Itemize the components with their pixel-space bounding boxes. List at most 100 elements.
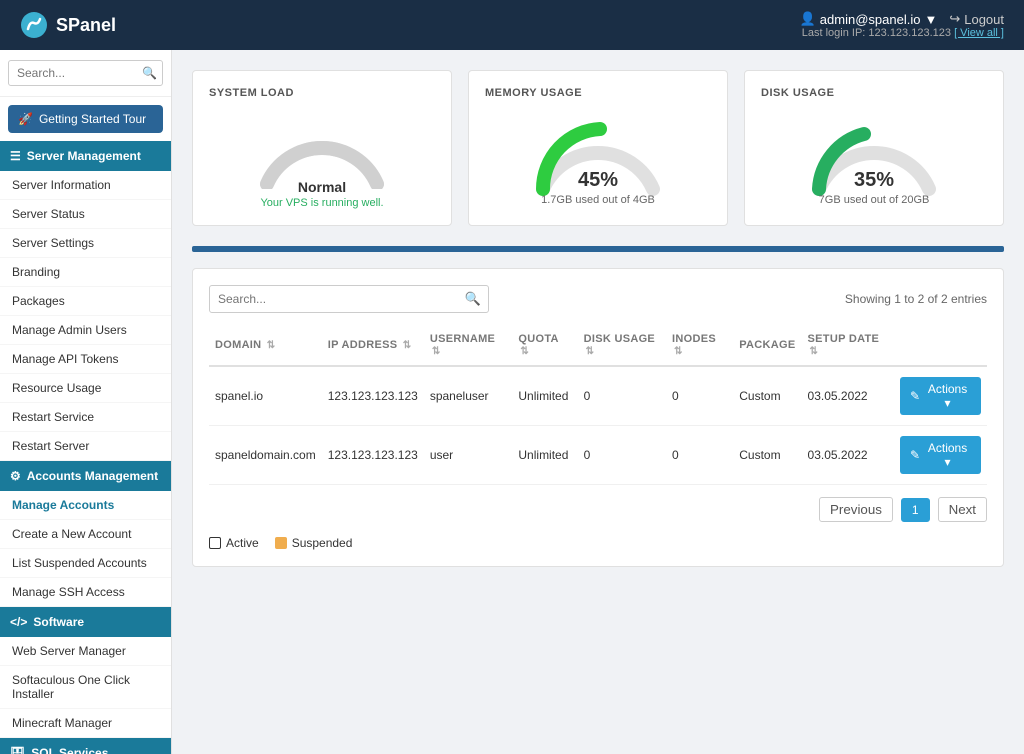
table-search-icon: 🔍 xyxy=(465,291,481,307)
rocket-icon: 🚀 xyxy=(18,112,33,126)
sidebar-item-restart-service[interactable]: Restart Service xyxy=(0,403,171,432)
sidebar-section-accounts-management: ⚙ Accounts Management xyxy=(0,461,171,491)
system-load-gauge: Normal Your VPS is running well. xyxy=(209,109,435,209)
view-all-link[interactable]: [ View all ] xyxy=(954,27,1004,39)
memory-usage-gauge: 45% 1.7GB used out of 4GB xyxy=(485,109,711,206)
table-row: spanel.io 123.123.123.123 spaneluser Unl… xyxy=(209,366,987,426)
col-setup-date: SETUP DATE ⇅ xyxy=(802,325,895,366)
sidebar-item-manage-accounts[interactable]: Manage Accounts xyxy=(0,491,171,520)
last-login-info: Last login IP: 123.123.123.123 [ View al… xyxy=(802,27,1004,39)
cell-inodes: 0 xyxy=(666,366,733,426)
server-icon: ☰ xyxy=(10,149,21,163)
main-content: SYSTEM LOAD Normal Your VPS is running w… xyxy=(172,50,1024,754)
sidebar-search-wrap: 🔍 xyxy=(0,50,171,97)
system-load-title: SYSTEM LOAD xyxy=(209,87,435,99)
legend-suspended-box xyxy=(275,537,287,549)
logo-text: SPanel xyxy=(56,15,116,36)
system-load-label: Normal xyxy=(298,179,346,195)
sidebar-item-restart-server[interactable]: Restart Server xyxy=(0,432,171,461)
sidebar-item-manage-ssh-access[interactable]: Manage SSH Access xyxy=(0,578,171,607)
table-search-wrap: 🔍 xyxy=(209,285,489,313)
cell-ip: 123.123.123.123 xyxy=(322,426,424,485)
legend-suspended: Suspended xyxy=(275,536,353,550)
sidebar-item-server-settings[interactable]: Server Settings xyxy=(0,229,171,258)
code-icon: </> xyxy=(10,615,27,629)
sidebar-item-create-new-account[interactable]: Create a New Account xyxy=(0,520,171,549)
system-load-sublabel: Your VPS is running well. xyxy=(260,197,383,209)
sidebar-item-resource-usage[interactable]: Resource Usage xyxy=(0,374,171,403)
cell-disk-usage: 0 xyxy=(578,366,666,426)
table-toolbar: 🔍 Showing 1 to 2 of 2 entries xyxy=(209,285,987,313)
col-ip: IP ADDRESS ⇅ xyxy=(322,325,424,366)
current-page: 1 xyxy=(901,498,930,522)
layout: 🔍 🚀 Getting Started Tour ☰ Server Manage… xyxy=(0,50,1024,754)
col-package: PACKAGE xyxy=(733,325,801,366)
getting-started-button[interactable]: 🚀 Getting Started Tour xyxy=(8,105,163,133)
cell-actions: ✎ Actions ▾ xyxy=(894,426,987,485)
actions-button-1[interactable]: ✎ Actions ▾ xyxy=(900,436,981,474)
system-load-card: SYSTEM LOAD Normal Your VPS is running w… xyxy=(192,70,452,226)
sidebar: 🔍 🚀 Getting Started Tour ☰ Server Manage… xyxy=(0,50,172,754)
sidebar-item-web-server-manager[interactable]: Web Server Manager xyxy=(0,637,171,666)
logo: SPanel xyxy=(20,11,116,39)
sidebar-item-list-suspended-accounts[interactable]: List Suspended Accounts xyxy=(0,549,171,578)
logo-icon xyxy=(20,11,48,39)
col-username: USERNAME ⇅ xyxy=(424,325,513,366)
cell-package: Custom xyxy=(733,426,801,485)
system-load-gauge-svg xyxy=(252,109,392,189)
header-right: 👤 admin@spanel.io ▼ ↪ Logout Last login … xyxy=(800,11,1004,39)
sidebar-item-manage-admin-users[interactable]: Manage Admin Users xyxy=(0,316,171,345)
col-actions xyxy=(894,325,987,366)
next-page-button[interactable]: Next xyxy=(938,497,987,522)
actions-button-0[interactable]: ✎ Actions ▾ xyxy=(900,377,981,415)
cell-actions: ✎ Actions ▾ xyxy=(894,366,987,426)
cell-package: Custom xyxy=(733,366,801,426)
actions-icon-1: ✎ xyxy=(910,448,920,462)
table-card: 🔍 Showing 1 to 2 of 2 entries DOMAIN ⇅ I… xyxy=(192,268,1004,567)
legend-active-label: Active xyxy=(226,536,259,550)
divider-bar xyxy=(192,246,1004,252)
memory-usage-percent: 45% xyxy=(541,169,655,192)
sidebar-section-server-management: ☰ Server Management xyxy=(0,141,171,171)
disk-usage-card: DISK USAGE 35% 7GB used out of 20GB xyxy=(744,70,1004,226)
cell-username: user xyxy=(424,426,513,485)
sidebar-item-server-status[interactable]: Server Status xyxy=(0,200,171,229)
search-input[interactable] xyxy=(8,60,163,86)
sidebar-item-branding[interactable]: Branding xyxy=(0,258,171,287)
sidebar-item-softaculous[interactable]: Softaculous One Click Installer xyxy=(0,666,171,709)
sidebar-item-minecraft-manager[interactable]: Minecraft Manager xyxy=(0,709,171,738)
col-disk-usage: DISK USAGE ⇅ xyxy=(578,325,666,366)
sidebar-item-packages[interactable]: Packages xyxy=(0,287,171,316)
col-inodes: INODES ⇅ xyxy=(666,325,733,366)
col-domain: DOMAIN ⇅ xyxy=(209,325,322,366)
memory-usage-detail: 1.7GB used out of 4GB xyxy=(541,194,655,206)
cell-domain: spanel.io xyxy=(209,366,322,426)
accounts-table: DOMAIN ⇅ IP ADDRESS ⇅ USERNAME ⇅ QUOTA ⇅… xyxy=(209,325,987,485)
cell-domain: spaneldomain.com xyxy=(209,426,322,485)
col-quota: QUOTA ⇅ xyxy=(512,325,577,366)
table-header-row: DOMAIN ⇅ IP ADDRESS ⇅ USERNAME ⇅ QUOTA ⇅… xyxy=(209,325,987,366)
sidebar-item-manage-api-tokens[interactable]: Manage API Tokens xyxy=(0,345,171,374)
sidebar-item-server-information[interactable]: Server Information xyxy=(0,171,171,200)
header-user[interactable]: 👤 admin@spanel.io ▼ xyxy=(800,11,938,27)
db-icon: 🗄 xyxy=(10,746,25,754)
cell-setup-date: 03.05.2022 xyxy=(802,426,895,485)
table-count: Showing 1 to 2 of 2 entries xyxy=(845,292,987,306)
disk-usage-title: DISK USAGE xyxy=(761,87,987,99)
disk-usage-percent: 35% xyxy=(819,169,930,192)
cell-quota: Unlimited xyxy=(512,366,577,426)
cell-inodes: 0 xyxy=(666,426,733,485)
sidebar-section-sql-services: 🗄 SQL Services xyxy=(0,738,171,754)
cell-disk-usage: 0 xyxy=(578,426,666,485)
table-search-input[interactable] xyxy=(209,285,489,313)
search-icon: 🔍 xyxy=(142,66,157,80)
cell-username: spaneluser xyxy=(424,366,513,426)
prev-page-button[interactable]: Previous xyxy=(819,497,893,522)
logout-button[interactable]: ↪ Logout xyxy=(949,11,1004,27)
cell-ip: 123.123.123.123 xyxy=(322,366,424,426)
cell-quota: Unlimited xyxy=(512,426,577,485)
disk-usage-detail: 7GB used out of 20GB xyxy=(819,194,930,206)
pagination: Previous 1 Next xyxy=(209,497,987,522)
legend-row: Active Suspended xyxy=(209,536,987,550)
gauge-cards-row: SYSTEM LOAD Normal Your VPS is running w… xyxy=(192,70,1004,226)
